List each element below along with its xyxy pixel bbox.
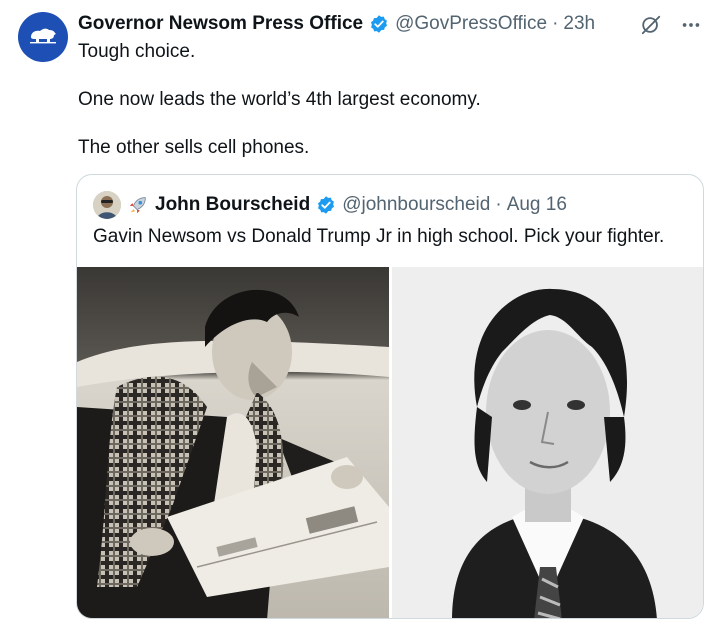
left-photo[interactable] bbox=[77, 267, 389, 618]
verified-badge-icon[interactable] bbox=[369, 14, 389, 34]
tweet-line: Tough choice. bbox=[78, 41, 196, 62]
grok-icon[interactable] bbox=[638, 12, 664, 38]
tweet-actions-top bbox=[638, 12, 704, 38]
tweet-line: The other sells cell phones. bbox=[78, 137, 310, 158]
tweet-line: One now leads the world’s 4th largest ec… bbox=[78, 89, 481, 110]
quoted-author-name[interactable]: John Bourscheid bbox=[155, 194, 310, 216]
rocket-icon bbox=[127, 194, 149, 216]
separator-dot: · bbox=[495, 194, 502, 215]
tweet: Governor Newsom Press Office @GovPressOf… bbox=[0, 0, 720, 629]
separator-dot: · bbox=[552, 13, 559, 34]
author-avatar[interactable] bbox=[18, 12, 68, 62]
tweet-body: Tough choice. One now leads the world’s … bbox=[78, 40, 700, 160]
author-name[interactable]: Governor Newsom Press Office bbox=[78, 13, 363, 35]
verified-badge-icon[interactable] bbox=[316, 195, 336, 215]
quoted-author-avatar[interactable] bbox=[93, 191, 121, 219]
california-bear-icon bbox=[28, 25, 58, 50]
quoted-author-handle[interactable]: @johnbourscheid bbox=[342, 194, 490, 216]
quoted-date[interactable]: Aug 16 bbox=[507, 194, 567, 216]
quoted-tweet-header: John Bourscheid @johnbourscheid · Aug 16 bbox=[93, 191, 567, 219]
quoted-tweet-text: Gavin Newsom vs Donald Trump Jr in high … bbox=[93, 226, 665, 247]
tweet-header: Governor Newsom Press Office @GovPressOf… bbox=[78, 11, 640, 37]
more-options-icon[interactable] bbox=[678, 12, 704, 38]
quoted-tweet[interactable]: John Bourscheid @johnbourscheid · Aug 16… bbox=[76, 174, 704, 619]
timestamp[interactable]: 23h bbox=[563, 13, 595, 35]
author-handle[interactable]: @GovPressOffice bbox=[395, 13, 547, 35]
right-photo[interactable] bbox=[392, 267, 703, 618]
